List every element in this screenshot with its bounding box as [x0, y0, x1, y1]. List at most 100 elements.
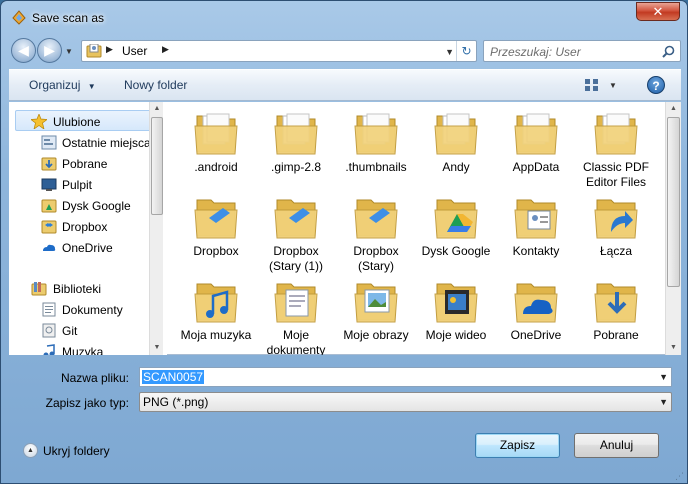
file-item[interactable]: Moje wideo: [417, 276, 495, 355]
dropbox-icon: [41, 220, 57, 234]
sidebar-item-label: Muzyka: [62, 345, 104, 355]
file-item[interactable]: Moja muzyka: [177, 276, 255, 355]
search-icon[interactable]: [662, 45, 675, 58]
file-item[interactable]: AppData: [497, 108, 575, 192]
file-list-scrollbar[interactable]: ▲ ▼: [665, 102, 681, 355]
sidebar-item-recent-places[interactable]: Ostatnie miejsca: [9, 132, 149, 153]
folder-icon: [514, 113, 558, 155]
folder-icon: [354, 113, 398, 155]
scrollbar-thumb[interactable]: [667, 117, 680, 287]
file-item[interactable]: Łącza: [577, 192, 655, 276]
file-name: Andy: [442, 160, 470, 174]
breadcrumb-separator-icon[interactable]: ▶: [106, 44, 113, 55]
sidebar-item-label: OneDrive: [62, 241, 113, 255]
recent-pages-dropdown[interactable]: ▼: [65, 47, 73, 56]
file-name: .gimp-2.8: [270, 160, 322, 174]
folder-icon: [434, 113, 478, 155]
resize-grip-icon[interactable]: ⋰: [675, 471, 685, 481]
file-item[interactable]: .android: [177, 108, 255, 192]
file-item[interactable]: Classic PDF Editor Files: [577, 108, 655, 192]
arrow-left-icon: ◀: [18, 42, 29, 58]
forward-button[interactable]: ▶: [37, 38, 62, 63]
sidebar-item-label: Pulpit: [62, 178, 93, 192]
onedrive-folder-icon: [514, 283, 558, 323]
breadcrumb-separator-icon[interactable]: ▶: [162, 44, 169, 55]
search-input[interactable]: Przeszukaj: User: [483, 40, 681, 62]
navigation-pane-scrollbar[interactable]: ▲ ▼: [149, 102, 163, 355]
sidebar-item-desktop[interactable]: Pulpit: [9, 174, 149, 195]
file-name: .android: [194, 160, 238, 174]
filename-dropdown-icon[interactable]: ▼: [659, 372, 668, 382]
organize-menu-button[interactable]: Organizuj ▼: [29, 78, 96, 92]
file-item[interactable]: Moje dokumenty: [257, 276, 335, 355]
back-button[interactable]: ◀: [11, 38, 36, 63]
sidebar-item-label: Ulubione: [53, 115, 101, 129]
file-name: .thumbnails: [345, 160, 407, 174]
google-drive-folder-icon: [41, 199, 57, 213]
file-name: Kontakty: [512, 244, 560, 258]
breadcrumb-user[interactable]: User: [122, 44, 147, 58]
navigation-pane[interactable]: Ulubione Ostatnie miejsca Pobrane Pulpit…: [9, 102, 163, 355]
chevron-down-icon: ▼: [87, 82, 96, 91]
help-icon: ?: [652, 79, 660, 93]
file-item[interactable]: Dropbox (Stary): [337, 192, 415, 276]
sidebar-item-music[interactable]: Muzyka: [9, 341, 149, 355]
file-name: AppData: [512, 160, 560, 174]
new-folder-button[interactable]: Nowy folder: [124, 78, 187, 92]
close-button[interactable]: ✕: [636, 2, 680, 21]
address-bar[interactable]: ▶ User ▶ ▼ ↻: [81, 40, 477, 62]
libraries-icon: [31, 282, 47, 296]
navigation-row: ◀ ▶ ▼ ▶ User ▶ ▼ ↻ Przeszukaj: User: [9, 37, 681, 65]
title-bar[interactable]: Save scan as ✕: [1, 1, 687, 35]
file-name: Moje wideo: [425, 328, 487, 342]
sidebar-item-libraries[interactable]: Biblioteki: [9, 278, 149, 299]
git-library-icon: [42, 323, 56, 338]
pictures-folder-icon: [354, 283, 398, 323]
scrollbar-thumb[interactable]: [151, 117, 163, 215]
file-item[interactable]: Dropbox: [177, 192, 255, 276]
file-name: Moja muzyka: [180, 328, 252, 342]
file-name: Dropbox (Stary (1)): [269, 244, 323, 273]
window-title: Save scan as: [32, 11, 105, 25]
sidebar-item-label: Pobrane: [62, 157, 108, 171]
filetype-select[interactable]: PNG (*.png) ▼: [139, 392, 672, 412]
file-item[interactable]: .thumbnails: [337, 108, 415, 192]
file-item[interactable]: OneDrive: [497, 276, 575, 355]
file-item[interactable]: Dysk Google: [417, 192, 495, 276]
file-item[interactable]: Moje obrazy: [337, 276, 415, 355]
scroll-down-icon[interactable]: ▼: [666, 341, 681, 355]
sidebar-item-dropbox[interactable]: Dropbox: [9, 216, 149, 237]
file-item[interactable]: Dropbox (Stary (1)): [257, 192, 335, 276]
hide-folders-label: Ukryj foldery: [43, 444, 110, 458]
file-item[interactable]: Kontakty: [497, 192, 575, 276]
folder-icon: [594, 113, 638, 155]
scroll-up-icon[interactable]: ▲: [150, 102, 163, 116]
sidebar-item-documents[interactable]: Dokumenty: [9, 299, 149, 320]
view-options-icon[interactable]: [585, 79, 599, 92]
scroll-down-icon[interactable]: ▼: [150, 341, 163, 355]
sidebar-item-onedrive[interactable]: OneDrive: [9, 237, 149, 258]
file-item[interactable]: Andy: [417, 108, 495, 192]
file-list[interactable]: .android .gimp-2.8 .thumbnails Andy AppData C…: [167, 102, 665, 355]
contacts-folder-icon: [514, 199, 558, 239]
sidebar-item-favorites[interactable]: Ulubione: [15, 110, 151, 131]
sidebar-item-downloads[interactable]: Pobrane: [9, 153, 149, 174]
filetype-dropdown-icon[interactable]: ▼: [659, 397, 668, 407]
user-folder-icon: [86, 44, 102, 58]
star-icon: [31, 114, 47, 129]
sidebar-item-git[interactable]: Git: [9, 320, 149, 341]
scroll-up-icon[interactable]: ▲: [666, 102, 681, 116]
file-item[interactable]: .gimp-2.8: [257, 108, 335, 192]
refresh-icon[interactable]: ↻: [456, 41, 476, 61]
filetype-label: Zapisz jako typ:: [45, 396, 129, 410]
filename-field[interactable]: SCAN0057 ▼: [139, 367, 672, 387]
help-button[interactable]: ?: [647, 76, 665, 94]
cancel-button[interactable]: Anuluj: [574, 433, 659, 458]
save-button[interactable]: Zapisz: [475, 433, 560, 458]
file-item[interactable]: Pobrane: [577, 276, 655, 355]
links-folder-icon: [594, 199, 638, 239]
file-name: Łącza: [599, 244, 633, 258]
address-history-dropdown[interactable]: ▼: [445, 47, 454, 57]
sidebar-item-google-drive[interactable]: Dysk Google: [9, 195, 149, 216]
view-dropdown-icon[interactable]: ▼: [609, 81, 617, 90]
